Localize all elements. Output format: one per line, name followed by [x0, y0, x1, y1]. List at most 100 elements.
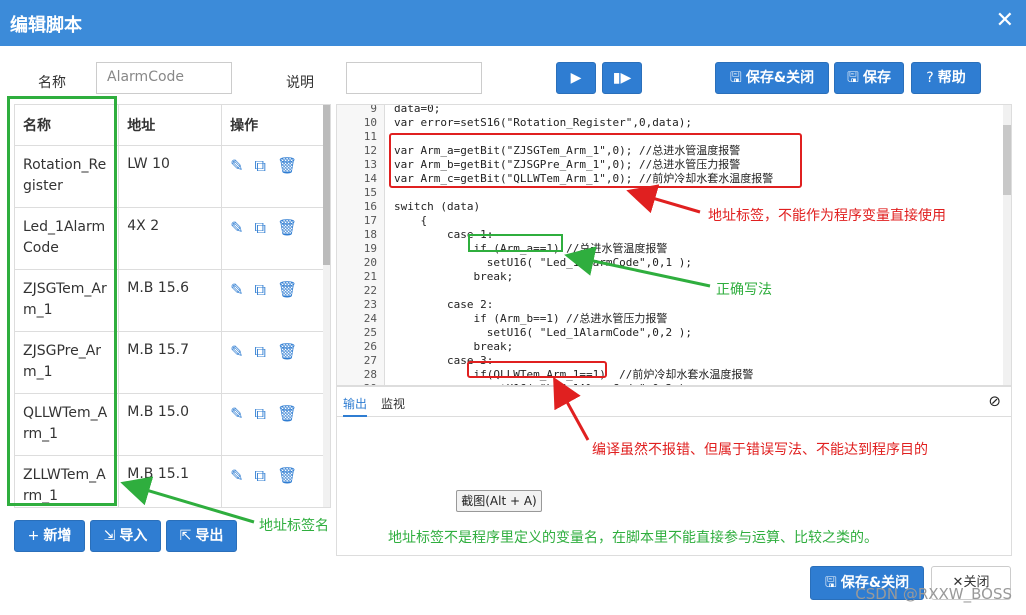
help-icon: ?: [926, 70, 934, 86]
line-number: 15: [363, 186, 377, 199]
import-icon: ⇲: [103, 528, 116, 544]
play-icon: ▶: [570, 70, 582, 86]
dialog-titlebar: 编辑脚本 ✕: [0, 0, 1026, 46]
tab-monitor[interactable]: 监视: [381, 395, 405, 412]
delete-icon[interactable]: 🗑: [277, 404, 297, 423]
edit-icon[interactable]: ✎: [230, 280, 243, 299]
edit-icon[interactable]: ✎: [230, 342, 243, 361]
edit-icon[interactable]: ✎: [230, 404, 243, 423]
copy-icon[interactable]: ⧉: [255, 466, 266, 485]
import-button[interactable]: ⇲ 导入: [90, 520, 161, 552]
annotation-wrong: 编译虽然不报错、但属于错误写法、不能达到程序目的: [592, 442, 928, 458]
row-actions: ✎ ⧉ 🗑: [221, 331, 325, 394]
line-number: 24: [363, 312, 377, 325]
save-close-button[interactable]: 🖫 保存&关闭: [715, 62, 829, 94]
delete-icon[interactable]: 🗑: [277, 342, 297, 361]
annotation-summary: 地址标签不是程序里定义的变量名，在脚本里不能直接参与运算、比较之类的。: [388, 530, 878, 546]
code-line: case 2:: [394, 298, 494, 311]
output-tabs: 输出 监视 ⊘: [337, 387, 1011, 417]
edit-icon[interactable]: ✎: [230, 156, 243, 175]
save-label: 保存: [862, 70, 891, 86]
code-line: break;: [394, 270, 514, 283]
plus-icon: +: [27, 528, 40, 544]
desc-input[interactable]: [346, 62, 482, 94]
line-number: 23: [363, 298, 377, 311]
save-icon: 🖫: [847, 70, 859, 86]
line-number: 20: [363, 256, 377, 269]
row-actions: ✎ ⧉ 🗑: [221, 145, 325, 208]
save-icon: 🖫: [729, 70, 742, 86]
delete-icon[interactable]: 🗑: [277, 156, 297, 175]
help-button[interactable]: ? 帮助: [911, 62, 981, 94]
annotation-correct: 正确写法: [716, 282, 772, 298]
red-highlight-wrong: [467, 361, 607, 378]
copy-icon[interactable]: ⧉: [255, 404, 266, 423]
row-actions: ✎ ⧉ 🗑: [221, 455, 325, 507]
row-actions: ✎ ⧉ 🗑: [221, 269, 325, 332]
name-input[interactable]: AlarmCode: [96, 62, 232, 94]
import-label: 导入: [119, 528, 148, 544]
save-icon: 🖫: [824, 575, 837, 591]
copy-icon[interactable]: ⧉: [255, 218, 266, 237]
code-line: if (Arm_b==1) //总进水管压力报警: [394, 312, 668, 325]
row-addr: M.B 15.1: [118, 455, 223, 507]
line-number: 11: [363, 130, 377, 143]
line-number: 26: [363, 340, 377, 353]
dialog-title: 编辑脚本: [10, 15, 82, 36]
desc-label: 说明: [286, 75, 314, 91]
line-number: 13: [363, 158, 377, 171]
code-line: setU16( "Led_1AlarmCode",0,1 );: [394, 256, 693, 269]
screenshot-tooltip: 截图(Alt + A): [456, 490, 542, 512]
tab-output[interactable]: 输出: [343, 395, 368, 417]
add-button[interactable]: + 新增: [14, 520, 85, 552]
col-action-header: 操作: [221, 105, 325, 146]
export-button[interactable]: ⇱ 导出: [166, 520, 237, 552]
line-number: 21: [363, 270, 377, 283]
code-line: switch (data): [394, 200, 481, 213]
name-label: 名称: [38, 75, 66, 91]
annotation-address-tag: 地址标签，不能作为程序变量直接使用: [708, 208, 946, 224]
green-highlight-correct: [468, 234, 563, 252]
table-scrollbar[interactable]: [323, 105, 330, 507]
run-button[interactable]: ▶: [556, 62, 596, 94]
save-close-label: 保存&关闭: [745, 70, 815, 86]
row-addr: M.B 15.7: [118, 331, 223, 394]
line-number: 22: [363, 284, 377, 297]
watermark: CSDN @RXXW_BOSS: [855, 585, 1012, 603]
code-line: {: [394, 214, 428, 227]
delete-icon[interactable]: 🗑: [277, 466, 297, 485]
copy-icon[interactable]: ⧉: [255, 280, 266, 299]
line-number-gutter: 9101112131415161718192021222324252627282…: [337, 104, 385, 385]
delete-icon[interactable]: 🗑: [277, 218, 297, 237]
line-number: 27: [363, 354, 377, 367]
copy-icon[interactable]: ⧉: [255, 156, 266, 175]
code-line: data=0;: [394, 104, 441, 115]
row-actions: ✎ ⧉ 🗑: [221, 393, 325, 456]
line-number: 14: [363, 172, 377, 185]
save-button[interactable]: 🖫 保存: [834, 62, 904, 94]
line-number: 18: [363, 228, 377, 241]
red-highlight-getbit: [389, 133, 802, 188]
edit-icon[interactable]: ✎: [230, 466, 243, 485]
close-icon[interactable]: ✕: [996, 8, 1014, 33]
line-number: 10: [363, 116, 377, 129]
line-number: 19: [363, 242, 377, 255]
line-number: 28: [363, 368, 377, 381]
delete-icon[interactable]: 🗑: [277, 280, 297, 299]
clear-icon[interactable]: ⊘: [988, 392, 1001, 410]
step-button[interactable]: ▮▶: [602, 62, 642, 94]
line-number: 12: [363, 144, 377, 157]
row-addr: LW 10: [118, 145, 223, 208]
export-label: 导出: [195, 528, 224, 544]
add-label: 新增: [43, 528, 72, 544]
editor-scrollbar[interactable]: [1003, 105, 1011, 385]
line-number: 16: [363, 200, 377, 213]
help-label: 帮助: [937, 70, 966, 86]
export-icon: ⇱: [179, 528, 192, 544]
edit-icon[interactable]: ✎: [230, 218, 243, 237]
code-line: break;: [394, 340, 514, 353]
line-number: 9: [370, 104, 377, 115]
step-icon: ▮▶: [612, 70, 632, 86]
green-highlight-names: [7, 96, 117, 506]
copy-icon[interactable]: ⧉: [255, 342, 266, 361]
